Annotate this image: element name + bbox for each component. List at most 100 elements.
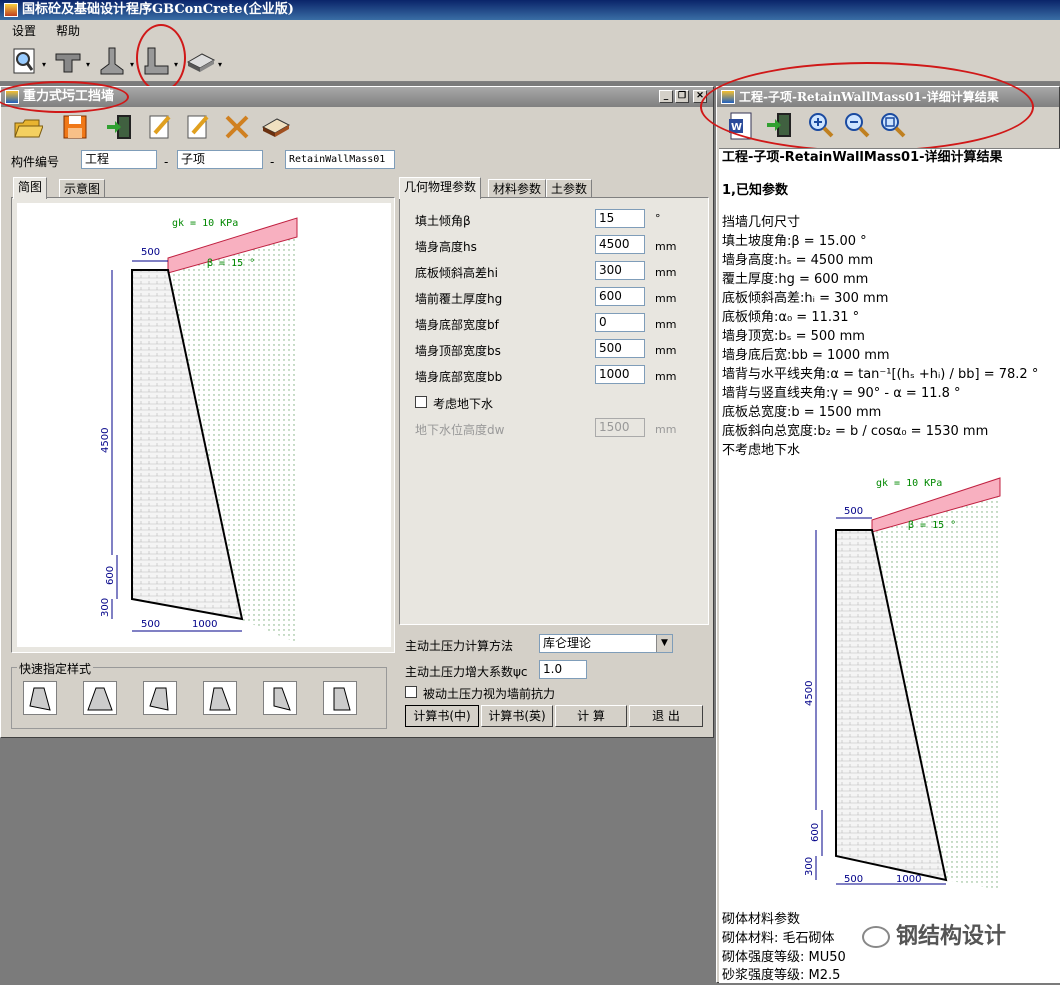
menu-settings[interactable]: 设置 [12, 24, 36, 38]
tab-schematic[interactable]: 示意图 [59, 179, 106, 199]
wall-shape-5[interactable] [263, 681, 297, 715]
svg-text:4500: 4500 [100, 428, 111, 453]
project-input[interactable]: 工程 [81, 150, 157, 169]
open-folder-icon[interactable] [13, 113, 44, 141]
tab-soil[interactable]: 土参数 [546, 179, 593, 199]
svg-text:300: 300 [100, 598, 111, 617]
report-en-button[interactable]: 计算书(英) [481, 705, 553, 727]
method-select[interactable]: 库仑理论 ▼ [539, 634, 673, 653]
tab-material[interactable]: 材料参数 [488, 179, 547, 199]
param-unit: mm [655, 318, 677, 331]
param-label: 墙身底部宽度bb [415, 370, 503, 384]
gw-level-input: 1500 [595, 418, 645, 437]
book-icon[interactable]: ▾ [186, 46, 222, 78]
param-input[interactable]: 500 [595, 339, 645, 358]
material-line: 砌体材料参数 [722, 912, 801, 927]
param-label: 墙身顶部宽度bs [415, 344, 501, 358]
param-label: 填土倾角β [415, 214, 471, 228]
calculate-button[interactable]: 计 算 [555, 705, 627, 727]
result-line: 底板斜向总宽度:b₂ = b / cosα₀ = 1530 mm [722, 424, 989, 439]
report-cn-button[interactable]: 计算书(中) [405, 705, 479, 727]
param-input[interactable]: 4500 [595, 235, 645, 254]
edit2-icon[interactable] [185, 113, 213, 141]
result-line: 不考虑地下水 [722, 443, 801, 458]
result-line: 底板倾斜高差:hᵢ = 300 mm [722, 291, 889, 306]
tab-diagram[interactable]: 简图 [13, 177, 48, 199]
svg-text:gk = 10 KPa: gk = 10 KPa [876, 478, 942, 489]
wall-shape-4[interactable] [203, 681, 237, 715]
param-unit: mm [655, 240, 677, 253]
svg-text:600: 600 [810, 823, 821, 842]
watermark: 钢结构设计 [862, 920, 1052, 954]
param-input[interactable]: 300 [595, 261, 645, 280]
section-title: 1,已知参数 [722, 183, 788, 198]
result-line: 墙背与竖直线夹角:γ = 90° - α = 11.8 ° [722, 386, 961, 401]
material-line: 砂浆强度等级: M2.5 [722, 968, 841, 983]
param-label: 墙身高度hs [415, 240, 477, 254]
passive-checkbox[interactable] [405, 686, 417, 698]
svg-text:β = 15 °: β = 15 ° [207, 258, 255, 269]
factor-input[interactable]: 1.0 [539, 660, 587, 679]
param-label: 墙前覆土厚度hg [415, 292, 503, 306]
param-input[interactable]: 15 [595, 209, 645, 228]
highlight-circle [700, 62, 1034, 152]
wechat-icon [862, 926, 890, 948]
highlight-circle [0, 81, 129, 113]
app-title: 国标砼及基础设计程序GBConCrete(企业版) [22, 2, 294, 17]
svg-text:1000: 1000 [896, 874, 921, 885]
result-line: 覆土厚度:hg = 600 mm [722, 272, 869, 287]
minimize-button[interactable]: _ [659, 90, 673, 103]
param-unit: mm [655, 344, 677, 357]
param-input[interactable]: 600 [595, 287, 645, 306]
restore-button[interactable]: ❐ [675, 90, 689, 103]
preview-icon[interactable]: ▾ [10, 46, 46, 78]
svg-text:β = 15 °: β = 15 ° [908, 520, 956, 531]
result-line: 填土坡度角:β = 15.00 ° [722, 234, 867, 249]
delete-icon[interactable] [223, 113, 251, 141]
tab-geometry[interactable]: 几何物理参数 [399, 177, 482, 199]
result-line: 挡墙几何尺寸 [722, 215, 801, 230]
wall-shape-6[interactable] [323, 681, 357, 715]
groundwater-checkbox[interactable] [415, 396, 427, 408]
material-line: 砌体材料: 毛石砌体 [722, 931, 835, 946]
svg-text:4500: 4500 [804, 681, 815, 706]
exit-button[interactable]: 退 出 [629, 705, 703, 727]
menu-help[interactable]: 帮助 [56, 24, 80, 38]
component-name-input[interactable]: RetainWallMass01 [285, 150, 395, 169]
retaining-wall-window: 重力式圬工挡墙 _ ❐ ✕ 构件编号 工程 - 子项 - RetainWallM… [0, 81, 714, 738]
gw-level-unit: mm [655, 423, 677, 436]
foundation-icon[interactable]: ▾ [98, 46, 134, 78]
svg-text:600: 600 [105, 566, 116, 585]
app-icon [4, 3, 18, 17]
svg-text:gk = 10 KPa: gk = 10 KPa [172, 218, 238, 229]
result-line: 底板倾角:α₀ = 11.31 ° [722, 310, 860, 325]
svg-text:1000: 1000 [192, 619, 217, 630]
chevron-down-icon[interactable]: ▼ [656, 635, 672, 652]
param-input[interactable]: 1000 [595, 365, 645, 384]
subitem-input[interactable]: 子项 [177, 150, 263, 169]
param-label: 墙身底部宽度bf [415, 318, 499, 332]
param-unit: ° [655, 212, 661, 225]
save-icon[interactable] [61, 113, 89, 141]
exit-icon[interactable] [105, 113, 133, 141]
beam-icon[interactable]: ▾ [54, 46, 90, 78]
wall-shape-1[interactable] [23, 681, 57, 715]
sketch-panel: gk = 10 KPa β = 15 ° 500 4500 600 300 50… [11, 197, 395, 653]
wall-sketch: gk = 10 KPa β = 15 ° 500 4500 600 300 50… [17, 203, 391, 647]
component-id-label: 构件编号 [11, 155, 60, 169]
result-line: 墙身底后宽:bb = 1000 mm [722, 348, 890, 363]
groundwater-label: 考虑地下水 [433, 397, 494, 411]
svg-text:500: 500 [844, 874, 863, 885]
svg-text:500: 500 [141, 619, 160, 630]
gw-level-label: 地下水位高度dw [415, 423, 505, 437]
app-titlebar: 国标砼及基础设计程序GBConCrete(企业版) [0, 0, 1060, 20]
wall-shape-3[interactable] [143, 681, 177, 715]
book-icon[interactable] [261, 113, 291, 141]
param-label: 底板倾斜高差hi [415, 266, 498, 280]
svg-text:500: 500 [844, 506, 863, 517]
edit-icon[interactable] [147, 113, 175, 141]
wall-shape-2[interactable] [83, 681, 117, 715]
result-line: 底板总宽度:b = 1500 mm [722, 405, 882, 420]
param-input[interactable]: 0 [595, 313, 645, 332]
separator: - [164, 155, 169, 169]
